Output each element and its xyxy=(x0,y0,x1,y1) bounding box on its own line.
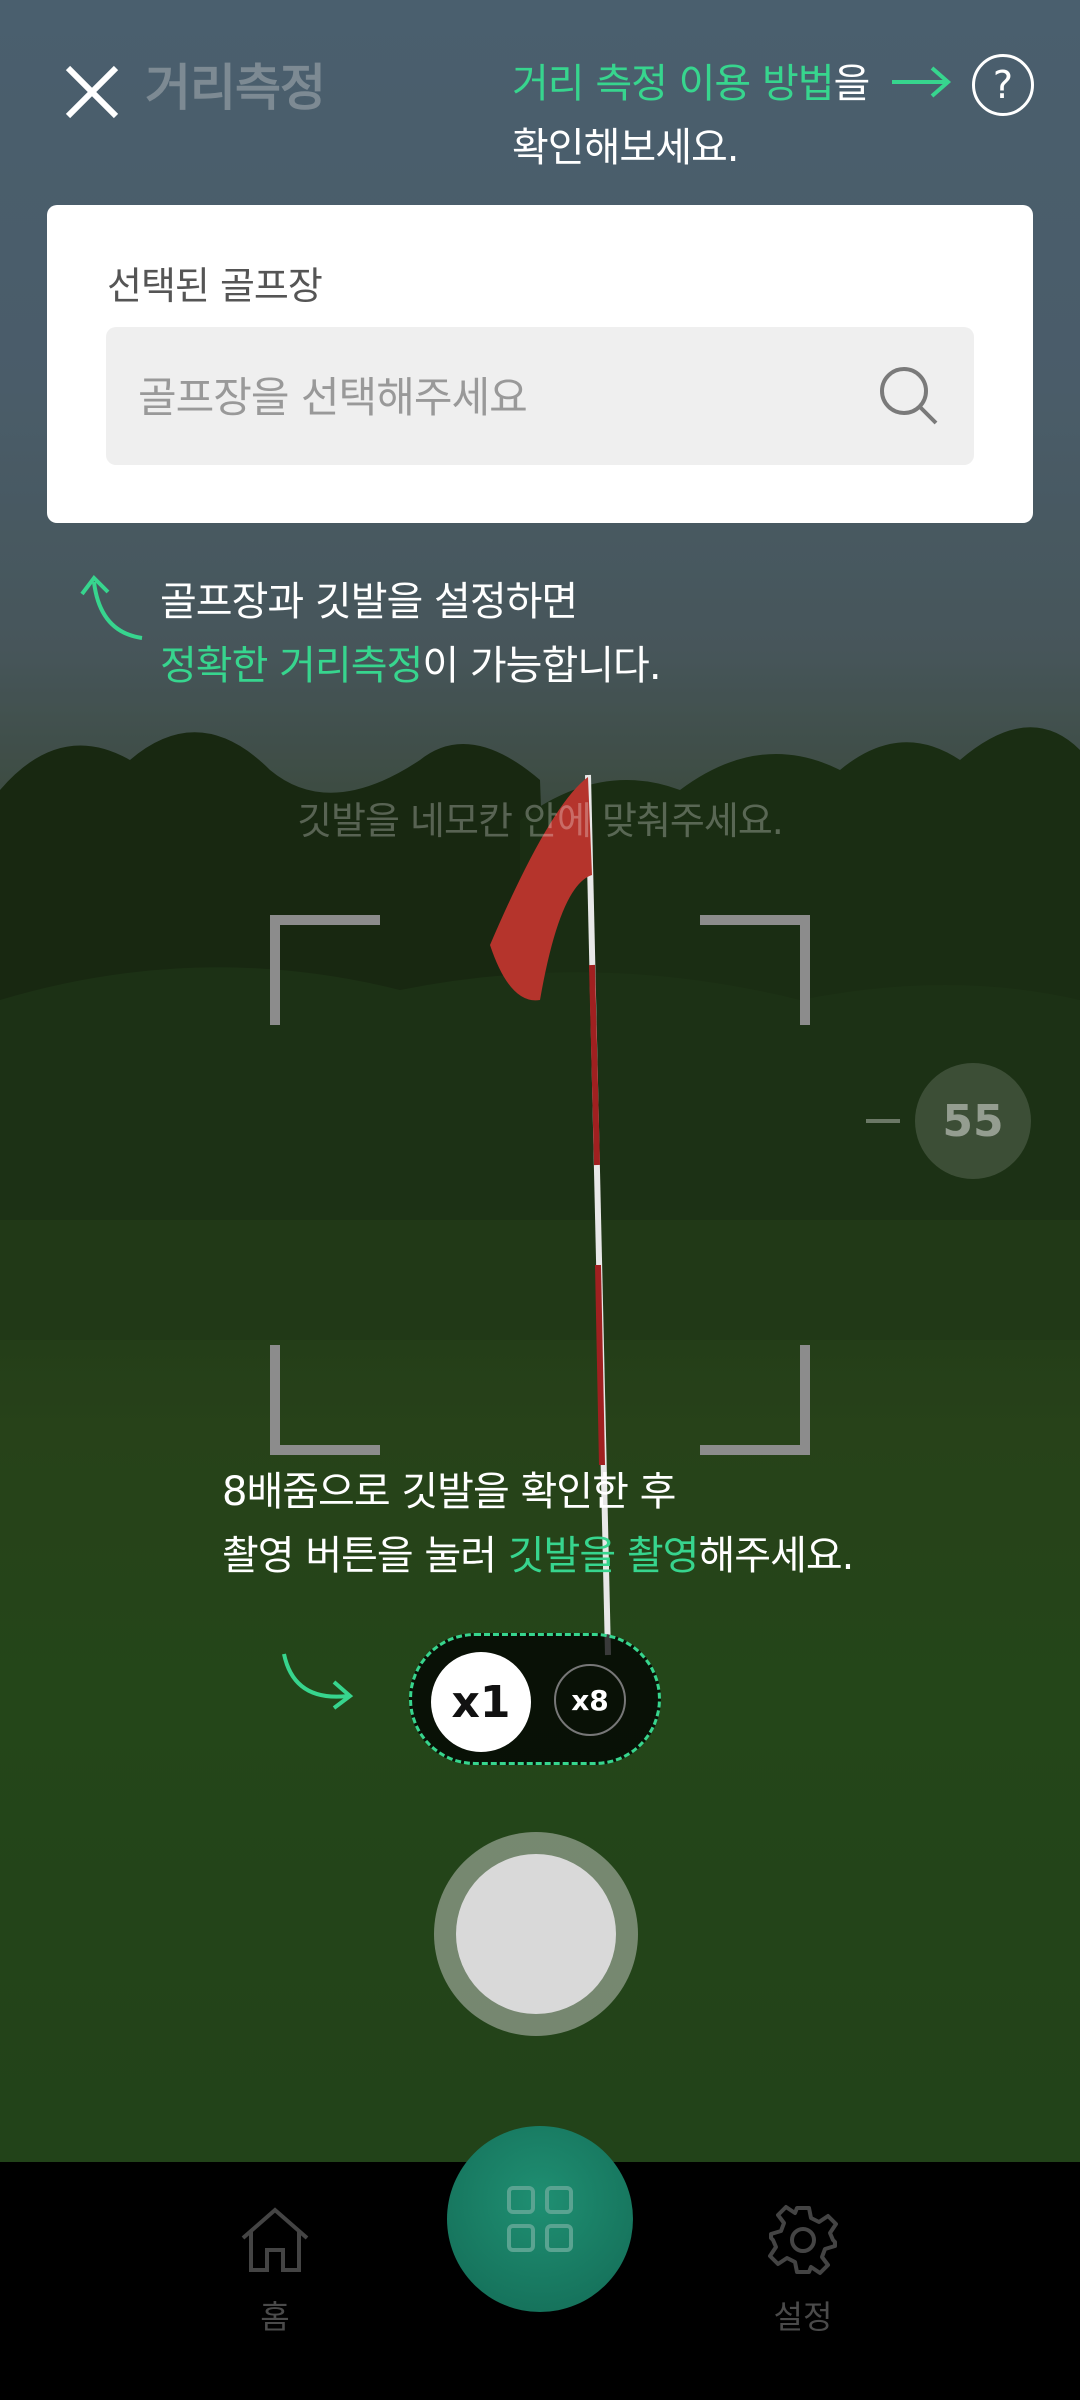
zoom-toggle: x1 x8 xyxy=(409,1633,661,1765)
arrow-right-icon xyxy=(892,66,952,98)
frame-corner-bottom-right xyxy=(700,1345,810,1455)
close-button[interactable] xyxy=(58,58,128,128)
capture-hint-prefix: 촬영 버튼을 눌러 xyxy=(222,1533,508,1579)
help-hint-line2: 확인해보세요. xyxy=(512,125,740,171)
nav-center-button[interactable] xyxy=(447,2126,633,2312)
course-card: 선택된 골프장 xyxy=(47,205,1033,523)
help-hint-rest: 을 xyxy=(833,61,871,107)
frame-hint: 깃발을 네모칸 안에 맞춰주세요. xyxy=(297,799,784,843)
search-icon[interactable] xyxy=(878,365,940,427)
frame-corner-top-left xyxy=(270,915,380,1025)
curved-arrow-right-icon xyxy=(282,1653,354,1710)
target-frame xyxy=(270,915,810,1455)
help-hint-text: 거리 측정 이용 방법을 확인해보세요. xyxy=(512,52,871,180)
nav-settings-label: 설정 xyxy=(773,2298,833,2336)
zoom-slider-tick xyxy=(866,1119,900,1123)
setup-hint-rest: 이 가능합니다. xyxy=(422,643,661,689)
gear-icon xyxy=(768,2205,838,2275)
frame-corner-top-right xyxy=(700,915,810,1025)
selected-course-label: 선택된 골프장 xyxy=(107,264,323,308)
nav-home[interactable]: 홈 xyxy=(175,2202,375,2338)
shutter-button[interactable] xyxy=(434,1832,638,2036)
capture-hint-suffix: 해주세요. xyxy=(698,1533,854,1579)
nav-home-label: 홈 xyxy=(260,2298,290,2336)
nav-settings[interactable]: 설정 xyxy=(703,2202,903,2338)
grid-icon xyxy=(507,2186,573,2252)
home-icon xyxy=(241,2207,309,2272)
zoom-x8-button[interactable]: x8 xyxy=(554,1664,626,1736)
curved-arrow-up-icon xyxy=(80,574,143,640)
zoom-level-badge[interactable]: 55 xyxy=(915,1063,1031,1179)
frame-corner-bottom-left xyxy=(270,1345,380,1455)
setup-hint-highlight: 정확한 거리측정 xyxy=(160,643,423,689)
capture-hint-highlight: 깃발을 촬영 xyxy=(507,1533,700,1579)
help-icon: ? xyxy=(992,63,1014,107)
shutter-button-inner xyxy=(456,1854,616,2014)
course-search-input[interactable] xyxy=(136,327,860,467)
zoom-x1-button[interactable]: x1 xyxy=(431,1652,531,1752)
setup-hint-line1: 골프장과 깃발을 설정하면 xyxy=(160,579,578,625)
capture-hint: 8배줌으로 깃발을 확인한 후 촬영 버튼을 눌러 깃발을 촬영해주세요. xyxy=(222,1460,854,1588)
close-icon xyxy=(65,65,119,119)
setup-hint: 골프장과 깃발을 설정하면 정확한 거리측정이 가능합니다. xyxy=(160,570,662,698)
help-button[interactable]: ? xyxy=(972,54,1034,116)
course-search-box[interactable] xyxy=(106,327,974,467)
help-hint-highlight: 거리 측정 이용 방법 xyxy=(512,61,835,107)
capture-hint-line1: 8배줌으로 깃발을 확인한 후 xyxy=(222,1469,676,1515)
page-title: 거리측정 xyxy=(145,59,326,117)
